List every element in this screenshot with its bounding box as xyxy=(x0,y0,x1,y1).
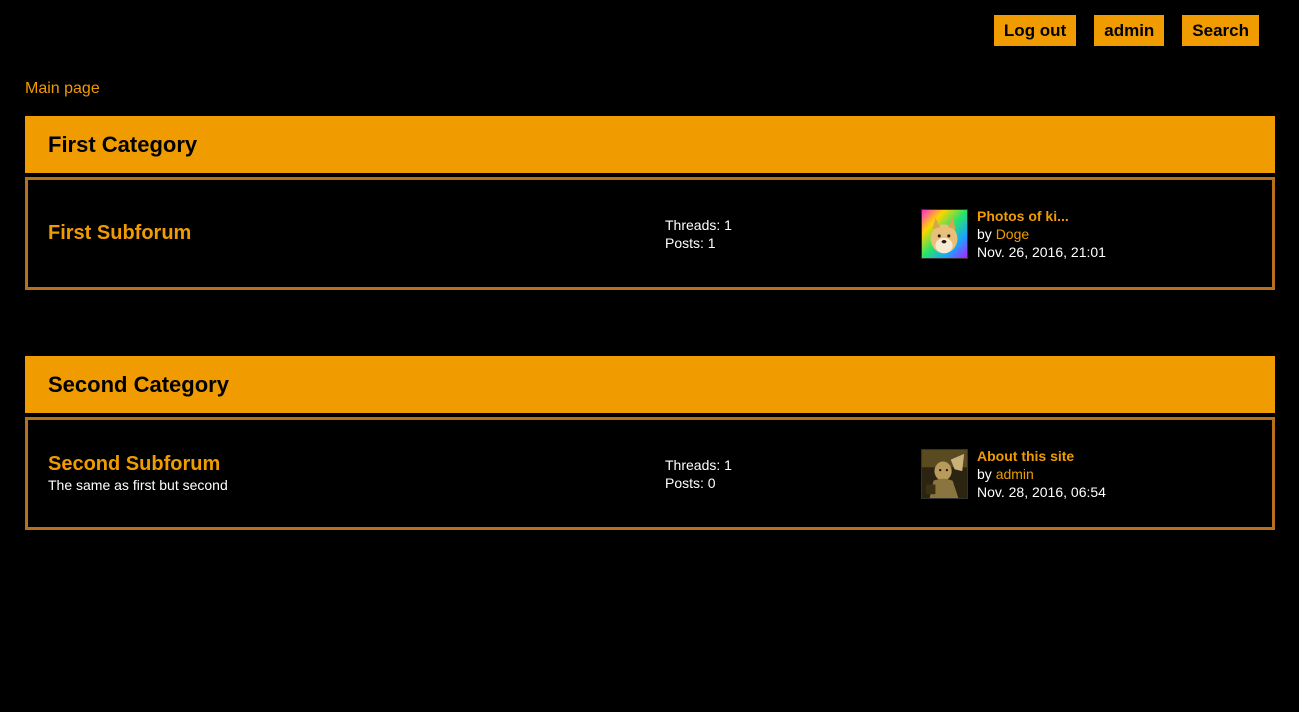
last-post-title-link[interactable]: Photos of ki... xyxy=(977,208,1069,224)
logout-button[interactable]: Log out xyxy=(993,15,1077,46)
last-post-author-link[interactable]: Doge xyxy=(996,226,1029,242)
subforum-title-link[interactable]: Second Subforum xyxy=(48,453,228,476)
profile-button[interactable]: admin xyxy=(1094,15,1165,46)
top-navigation: Log out admin Search xyxy=(993,15,1259,46)
category-title: Second Category xyxy=(48,371,229,397)
last-post-author-link[interactable]: admin xyxy=(996,466,1034,482)
last-post: About this site by admin Nov. 28, 2016, … xyxy=(921,420,1106,527)
last-post: Photos of ki... by Doge Nov. 26, 2016, 2… xyxy=(921,180,1106,287)
subforum-stats: Threads: 1 Posts: 1 xyxy=(665,180,732,287)
admin-avatar-icon[interactable] xyxy=(921,448,968,499)
posts-count: Posts: 0 xyxy=(665,474,716,491)
subforum-info: First Subforum xyxy=(48,180,191,287)
category-header: First Category xyxy=(25,116,1275,173)
subforum-description: The same as first but second xyxy=(48,477,228,493)
breadcrumb-main-page[interactable]: Main page xyxy=(25,80,100,98)
by-label: by xyxy=(977,465,996,482)
subforum-info: Second Subforum The same as first but se… xyxy=(48,420,228,527)
threads-count: Threads: 1 xyxy=(665,216,732,233)
doge-avatar-icon[interactable] xyxy=(921,208,968,259)
search-button[interactable]: Search xyxy=(1182,15,1259,46)
category-section: First Category First Subforum Threads: 1… xyxy=(25,116,1275,290)
subforum-row: Second Subforum The same as first but se… xyxy=(25,417,1275,530)
subforum-stats: Threads: 1 Posts: 0 xyxy=(665,420,732,527)
last-post-title-link[interactable]: About this site xyxy=(977,448,1074,464)
last-post-meta: About this site by admin Nov. 28, 2016, … xyxy=(977,447,1106,501)
category-header: Second Category xyxy=(25,356,1275,413)
last-post-date: Nov. 26, 2016, 21:01 xyxy=(977,243,1106,260)
category-section: Second Category Second Subforum The same… xyxy=(25,356,1275,530)
posts-count: Posts: 1 xyxy=(665,234,716,251)
last-post-date: Nov. 28, 2016, 06:54 xyxy=(977,483,1106,500)
last-post-meta: Photos of ki... by Doge Nov. 26, 2016, 2… xyxy=(977,207,1106,261)
subforum-title-link[interactable]: First Subforum xyxy=(48,222,191,245)
by-label: by xyxy=(977,225,996,242)
category-title: First Category xyxy=(48,131,198,157)
subforum-row: First Subforum Threads: 1 Posts: 1 Photo… xyxy=(25,177,1275,290)
threads-count: Threads: 1 xyxy=(665,456,732,473)
